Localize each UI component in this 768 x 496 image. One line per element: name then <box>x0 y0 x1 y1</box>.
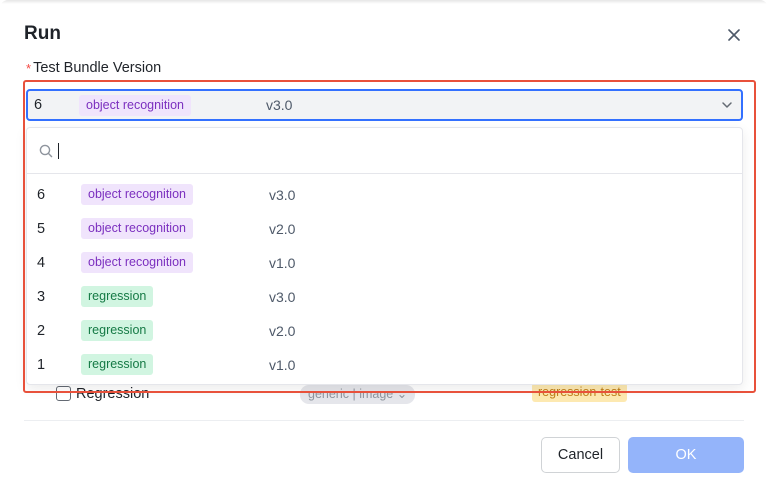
background-row: Regression generic | image ⌄ regression-… <box>56 383 656 404</box>
cancel-button[interactable]: Cancel <box>541 437 620 473</box>
close-icon <box>728 29 740 41</box>
field-label: * Test Bundle Version <box>26 60 161 76</box>
version-dropdown: 6 object recognition v3.0 5 object recog… <box>26 127 743 385</box>
dialog-title: Run <box>24 23 61 44</box>
option-version: v2.0 <box>269 323 296 339</box>
option-item[interactable]: 5 object recognition v2.0 <box>27 212 742 246</box>
text-caret <box>58 143 59 159</box>
option-item[interactable]: 4 object recognition v1.0 <box>27 246 742 280</box>
option-item[interactable]: 6 object recognition v3.0 <box>27 178 742 212</box>
option-version: v3.0 <box>269 187 296 203</box>
backdrop-edge <box>0 0 768 4</box>
label-tag: regression-test <box>532 383 627 402</box>
ok-button[interactable]: OK <box>628 437 744 473</box>
type-tag-label: generic | image <box>308 387 394 401</box>
option-version: v1.0 <box>269 357 296 373</box>
option-version: v1.0 <box>269 255 296 271</box>
search-icon <box>39 144 53 158</box>
option-version: v3.0 <box>269 289 296 305</box>
option-id: 3 <box>37 289 46 305</box>
field-label-text: Test Bundle Version <box>33 60 162 76</box>
type-tag[interactable]: generic | image ⌄ <box>300 385 416 404</box>
required-mark: * <box>26 61 32 76</box>
footer-divider <box>24 420 744 421</box>
chevron-down-icon <box>722 102 732 108</box>
option-id: 6 <box>37 187 46 203</box>
option-tag: regression <box>81 354 154 375</box>
option-tag: regression <box>81 286 154 307</box>
run-dialog: Run * Test Bundle Version 6 object recogn… <box>0 0 768 496</box>
option-item[interactable]: 1 regression v1.0 <box>27 348 742 382</box>
background-row-label: Regression <box>76 386 150 402</box>
option-tag: regression <box>81 320 154 341</box>
option-item[interactable]: 3 regression v3.0 <box>27 280 742 314</box>
search-input[interactable] <box>57 141 717 161</box>
option-tag: object recognition <box>81 252 193 273</box>
option-id: 4 <box>37 255 46 271</box>
regression-checkbox[interactable] <box>56 386 71 401</box>
close-button[interactable] <box>724 25 744 45</box>
option-tag: object recognition <box>81 218 193 239</box>
selected-tag: object recognition <box>79 95 191 116</box>
option-id: 1 <box>37 357 46 373</box>
option-item[interactable]: 2 regression v2.0 <box>27 314 742 348</box>
option-tag: object recognition <box>81 184 193 205</box>
option-id: 2 <box>37 323 46 339</box>
selected-id: 6 <box>34 97 43 113</box>
dropdown-search <box>27 128 742 174</box>
option-id: 5 <box>37 221 46 237</box>
option-version: v2.0 <box>269 221 296 237</box>
test-bundle-version-select[interactable]: 6 object recognition v3.0 <box>26 89 743 121</box>
selected-version: v3.0 <box>266 97 293 113</box>
